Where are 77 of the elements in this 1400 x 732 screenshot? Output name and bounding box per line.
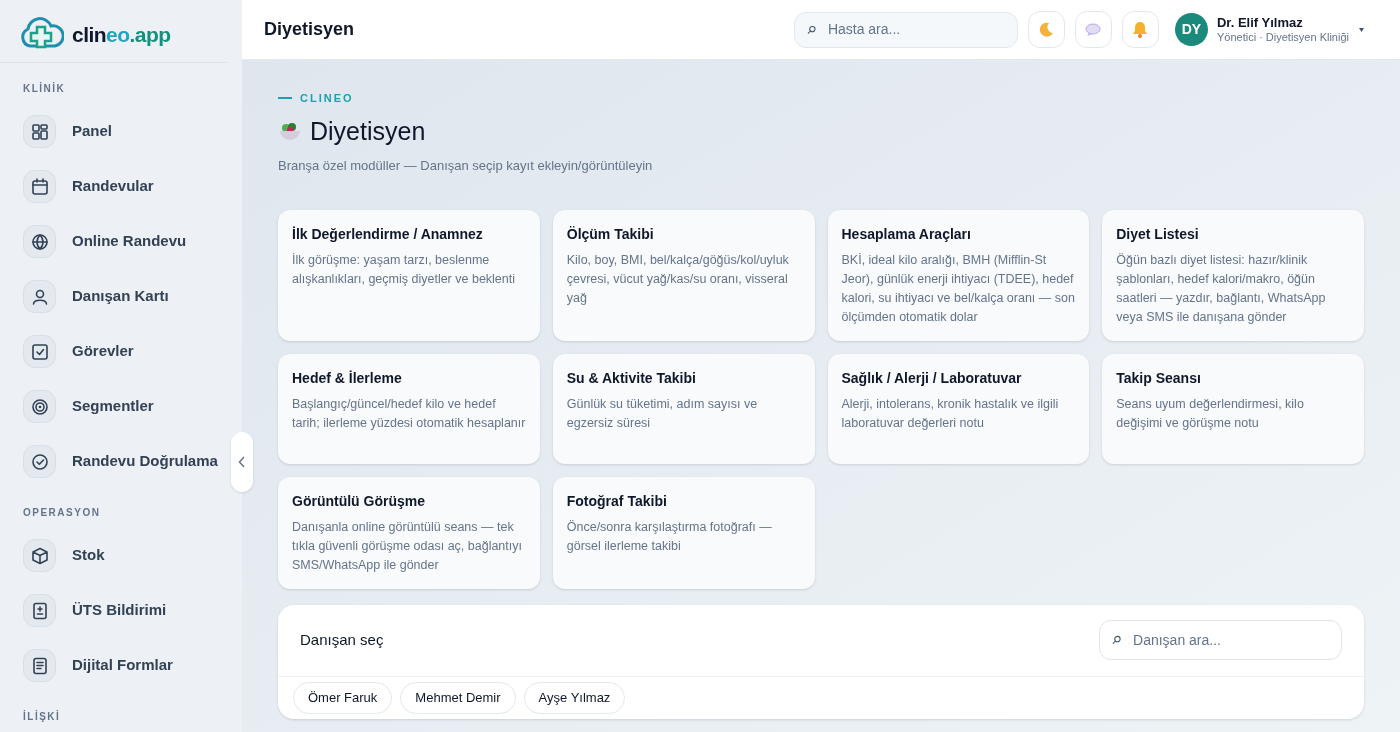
search-input[interactable]: Hasta ara... <box>827 19 1005 40</box>
module-title: Görüntülü Görüşme <box>292 491 426 511</box>
dropdown-caret-icon[interactable] <box>1359 27 1364 32</box>
notifications-button[interactable] <box>1121 11 1159 48</box>
search-icon <box>1112 635 1122 645</box>
section-heading: OPERASYON <box>23 506 102 520</box>
page-subtitle: Branşa özel modüller — Danışan seçip kayıt ekleyin/görüntüleyin <box>278 157 654 175</box>
sidebar-nav-item[interactable]: Segmentler <box>23 379 154 434</box>
module-card[interactable]: İlk Değerlendirme / Anamnez İlk görüşme: yaşam tarzı, beslenme alışkanlıkları, geçmiş diyetler ve beklenti <box>278 209 540 341</box>
search-icon <box>806 24 816 35</box>
check-circle-icon <box>29 451 50 472</box>
moon-icon <box>1038 21 1055 38</box>
module-description: Alerji, intolerans, kronik hastalık ve ilgili laboratuvar değerleri notu <box>841 395 1060 432</box>
grid-icon <box>29 121 50 142</box>
module-description: Önce/sonra karşılaştırma fotoğrafı — görsel ilerleme takibi <box>566 518 773 555</box>
module-title: Sağlık / Alerji / Laboratuvar <box>841 368 1023 388</box>
module-description: İlk görüşme: yaşam tarzı, beslenme alışkanlıkları, geçmiş diyetler ve beklenti <box>292 251 516 288</box>
module-description: Kilo, boy, BMI, bel/kalça/göğüs/kol/uyluk çevresi, vücut yağ/kas/su oranı, visseral yağ <box>566 251 790 307</box>
brand-name: clineo.app <box>72 22 171 49</box>
client-search-input[interactable]: Danışan ara... <box>1133 629 1329 651</box>
module-card[interactable]: Hesaplama Araçları BKİ, ideal kilo aralığı, BMH (Mifflin-St Jeor), günlük enerji ihtiyacı (TDEE), hedef kalori, su ihtiyacı ve bel/kalça oranı — son ölçümden otomatik dolar <box>827 209 1090 341</box>
user-role: Yönetici · Diyetisyen Kliniği <box>1216 30 1349 45</box>
sidebar-nav-item[interactable]: Randevular <box>23 159 154 214</box>
module-card[interactable]: Fotoğraf Takibi Önce/sonra karşılaştırma fotoğrafı — görsel ilerleme takibi <box>552 476 815 589</box>
module-description: Günlük su tüketimi, adım sayısı ve egzersiz süresi <box>566 395 759 432</box>
module-description: Seans uyum değerlendirmesi, kilo değişimi ve görüşme notu <box>1116 395 1305 432</box>
chevron-left-icon <box>238 456 246 468</box>
module-card[interactable]: Görüntülü Görüşme Danışanla online görüntülü seans — tek tıkla güvenli görüşme odası aç, bağlantıyı SMS/WhatsApp ile gönder <box>278 476 540 589</box>
client-chip[interactable]: Ayşe Yılmaz <box>523 681 626 714</box>
speech-bubble-icon <box>1085 22 1102 37</box>
module-card[interactable]: Takip Seansı Seans uyum değerlendirmesi, kilo değişimi ve görüşme notu <box>1102 353 1364 464</box>
calendar-icon <box>29 176 50 197</box>
module-card[interactable]: Su & Aktivite Takibi Günlük su tüketimi, adım sayısı ve egzersiz süresi <box>552 353 815 464</box>
module-title: Hedef & İlerleme <box>292 368 403 388</box>
collapse-sidebar-button[interactable] <box>231 432 253 492</box>
module-title: Ölçüm Takibi <box>566 224 655 244</box>
sidebar-nav-item[interactable]: Stok <box>23 528 105 583</box>
sidebar-nav-item[interactable]: Panel <box>23 104 113 159</box>
module-description: Danışanla online görüntülü seans — tek tıkla güvenli görüşme odası aç, bağlantıyı SMS/WhatsApp ile gönder <box>292 518 523 574</box>
user-name: Dr. Elif Yılmaz <box>1216 14 1304 31</box>
module-card[interactable]: Ölçüm Takibi Kilo, boy, BMI, bel/kalça/göğüs/kol/uyluk çevresi, vücut yağ/kas/su oranı, visseral yağ <box>552 209 815 341</box>
module-card[interactable]: Hedef & İlerleme Başlangıç/güncel/hedef kilo ve hedef tarih; ilerleme yüzdesi otomatik hesaplanır <box>278 353 540 464</box>
messages-button[interactable] <box>1074 11 1112 48</box>
module-title: Diyet Listesi <box>1116 224 1200 244</box>
module-title: İlk Değerlendirme / Anamnez <box>292 224 484 244</box>
module-description: BKİ, ideal kilo aralığı, BMH (Mifflin-St Jeor), günlük enerji ihtiyacı (TDEE), hedef kalori, su ihtiyacı ve bel/kalça oranı — son ölçümden otomatik dolar <box>841 251 1076 326</box>
user-avatar[interactable]: DY <box>1174 13 1208 46</box>
module-title: Takip Seansı <box>1116 368 1202 388</box>
sidebar-nav-item[interactable]: Danışan Kartı <box>23 269 169 324</box>
module-title: Hesaplama Araçları <box>841 224 972 244</box>
module-description: Öğün bazlı diyet listesi: hazır/klinik şablonları, hedef kalori/makro, öğün saatleri — yazdır, bağlantı, WhatsApp veya SMS ile danışana gönder <box>1116 251 1327 326</box>
globe-icon <box>29 231 50 252</box>
search-field[interactable]: Hasta ara... <box>793 11 1018 48</box>
cube-icon <box>29 545 50 566</box>
sidebar-nav-item[interactable]: ÜTS Bildirimi <box>23 583 167 638</box>
eyebrow-label: CLINEO <box>300 91 354 106</box>
dark-mode-button[interactable] <box>1027 11 1065 48</box>
bell-icon <box>1132 21 1149 38</box>
sidebar-nav-item[interactable]: Online Randevu <box>23 214 187 269</box>
module-title: Fotoğraf Takibi <box>566 491 668 511</box>
client-picker-title: Danışan seç <box>300 629 384 650</box>
sidebar-nav-item[interactable]: Görevler <box>23 324 134 379</box>
module-card[interactable]: Sağlık / Alerji / Laboratuvar Alerji, intolerans, kronik hastalık ve ilgili laboratuvar değerleri notu <box>827 353 1090 464</box>
sidebar-nav-item[interactable]: Dijital Formlar <box>23 638 173 693</box>
client-chip[interactable]: Mehmet Demir <box>400 681 516 714</box>
target-icon <box>29 396 50 417</box>
module-description: Başlangıç/güncel/hedef kilo ve hedef tarih; ilerleme yüzdesi otomatik hesaplanır <box>292 395 526 432</box>
client-chip[interactable]: Ömer Faruk <box>293 681 393 714</box>
client-search-field[interactable]: Danışan ara... <box>1099 620 1342 660</box>
checkbox-icon <box>29 341 50 362</box>
module-card[interactable]: Diyet Listesi Öğün bazlı diyet listesi: hazır/klinik şablonları, hedef kalori/makro, öğün saatleri — yazdır, bağlantı, WhatsApp veya SMS ile danışana gönder <box>1102 209 1364 341</box>
section-heading: KLİNİK <box>23 81 67 96</box>
page-title: Diyetisyen <box>310 115 426 147</box>
module-title: Su & Aktivite Takibi <box>566 368 697 388</box>
section-heading: İLİŞKİ <box>23 709 62 724</box>
page-header-title: Diyetisyen <box>264 18 355 41</box>
sidebar-nav-item[interactable]: Randevu Doğrulama <box>23 434 218 489</box>
